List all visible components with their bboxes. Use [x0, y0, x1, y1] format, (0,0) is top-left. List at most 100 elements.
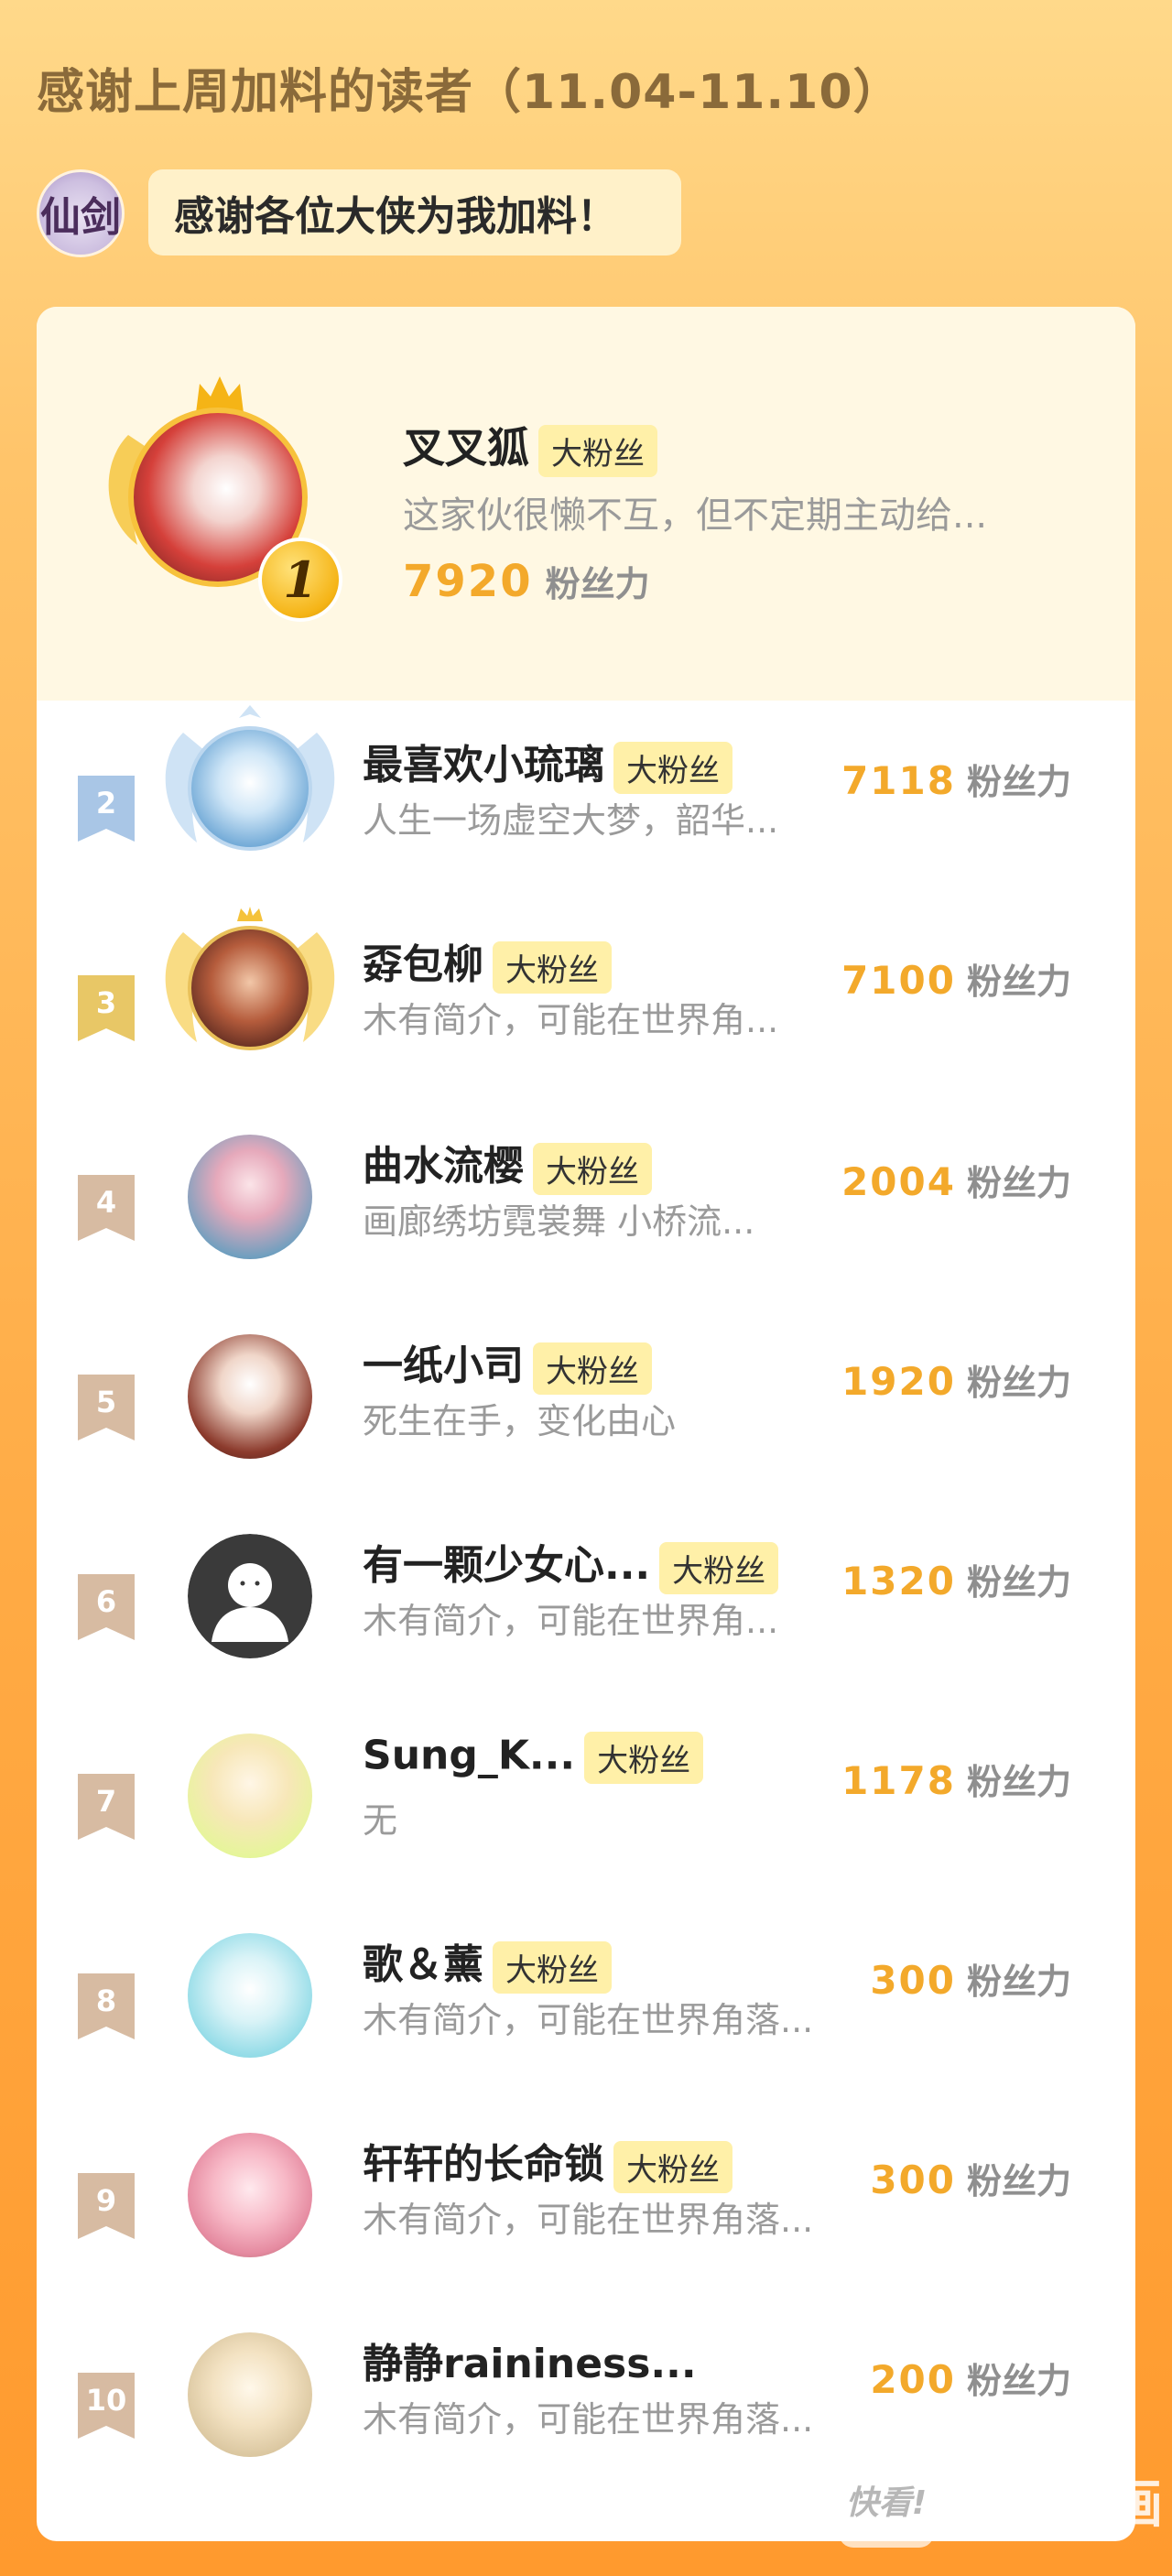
fan-level-badge: 大粉丝	[659, 1541, 779, 1594]
app-avatar[interactable]: 仙剑	[37, 169, 125, 257]
fan-score: 7118 粉丝力	[841, 754, 1071, 804]
avatar[interactable]	[188, 1933, 312, 2058]
top-fan-name[interactable]: 叉叉狐 大粉丝	[403, 415, 657, 477]
rank-number: 2	[95, 786, 117, 821]
avatar[interactable]	[188, 1135, 312, 1259]
watermark: 快看! 快看漫画	[839, 2452, 1165, 2548]
score-value: 7100	[841, 958, 956, 1003]
page-title: 感谢上周加料的读者（11.04-11.10）	[37, 65, 902, 120]
fan-name-text: 轩轩的长命锁	[363, 2141, 604, 2188]
fan-score: 300 粉丝力	[870, 2153, 1071, 2203]
fan-name[interactable]: 静静raininess...	[363, 2331, 697, 2389]
rank-number: 3	[95, 985, 117, 1020]
score-unit: 粉丝力	[966, 1762, 1071, 1802]
fan-name[interactable]: 歌＆薰 大粉丝	[363, 1931, 612, 1994]
fan-name[interactable]: 最喜欢小琉璃 大粉丝	[363, 732, 732, 794]
top-fan-name-text: 叉叉狐	[403, 423, 529, 473]
fan-name-text: 孬包柳	[363, 941, 483, 988]
fan-level-badge: 大粉丝	[493, 940, 612, 994]
fan-row-7[interactable]: 7 Sung_K... 大粉丝 无 1178 粉丝力	[37, 1699, 1135, 1898]
fan-score: 1920 粉丝力	[841, 1354, 1071, 1405]
fan-level-badge: 大粉丝	[533, 1342, 652, 1395]
fan-level-badge: 大粉丝	[493, 1940, 612, 1994]
rank-number: 7	[95, 1784, 117, 1819]
score-value: 1178	[841, 1758, 956, 1803]
score-value: 2004	[841, 1159, 956, 1204]
fan-score: 1178 粉丝力	[841, 1754, 1071, 1804]
fan-name-text: 有一颗少女心...	[363, 1542, 651, 1589]
avatar[interactable]	[188, 1734, 312, 1858]
rank-number: 5	[95, 1385, 117, 1419]
fan-score: 7100 粉丝力	[841, 953, 1071, 1004]
rank-number: 8	[95, 1984, 117, 2018]
fan-row-5[interactable]: 5 一纸小司 大粉丝 死生在手，变化由心 1920 粉丝力	[37, 1299, 1135, 1499]
fan-level-badge: 大粉丝	[538, 425, 657, 477]
score-value: 300	[870, 1958, 956, 2003]
score-unit: 粉丝力	[966, 962, 1071, 1002]
score-unit: 粉丝力	[545, 564, 650, 604]
fan-bio: 无	[363, 1800, 398, 1841]
fan-bio: 死生在手，变化由心	[363, 1401, 677, 1441]
fan-bio: 木有简介，可能在世界角落...	[363, 2200, 814, 2240]
rank-1-badge: 1	[258, 538, 342, 622]
fan-name[interactable]: 孬包柳 大粉丝	[363, 931, 612, 994]
fan-level-badge: 大粉丝	[533, 1142, 652, 1195]
kuaikan-logo-icon: 快看!	[839, 2452, 934, 2548]
fan-bio: 木有简介，可能在世界角...	[363, 1601, 779, 1641]
fan-bio: 人生一场虚空大梦，韶华...	[363, 800, 779, 841]
fan-row-4[interactable]: 4 曲水流樱 大粉丝 画廊绣坊霓裳舞 小桥流... 2004 粉丝力	[37, 1100, 1135, 1299]
score-value: 7118	[841, 758, 956, 803]
top-fan-score: 7920 粉丝力	[403, 556, 650, 607]
score-unit: 粉丝力	[966, 1562, 1071, 1603]
fan-level-badge: 大粉丝	[584, 1732, 704, 1784]
fan-name-text: 一纸小司	[363, 1342, 524, 1389]
top-fan-bio: 这家伙很懒不互，但不定期主动给...	[403, 495, 988, 537]
thanks-bubble: 感谢各位大侠为我加料！	[148, 169, 681, 255]
fan-name[interactable]: Sung_K... 大粉丝	[363, 1732, 704, 1784]
fan-score: 200 粉丝力	[870, 2353, 1071, 2403]
rank-number: 4	[95, 1185, 117, 1220]
score-value: 200	[870, 2357, 956, 2402]
fan-name-text: 歌＆薰	[363, 1941, 483, 1988]
default-avatar-icon[interactable]	[188, 1534, 312, 1658]
fan-name-text: Sung_K...	[363, 1732, 576, 1779]
fan-bio: 木有简介，可能在世界角...	[363, 1000, 779, 1040]
fan-name-text: 静静raininess...	[363, 2341, 697, 2387]
score-unit: 粉丝力	[966, 2361, 1071, 2401]
fan-name[interactable]: 有一颗少女心... 大粉丝	[363, 1532, 779, 1594]
avatar[interactable]	[188, 2332, 312, 2457]
fan-row-3[interactable]: 3 孬包柳 大粉丝 木有简介，可能在世界角... 7100 粉丝力	[37, 900, 1135, 1100]
fan-row-6[interactable]: 6 有一颗少女心... 大粉丝 木有简介，可能在世界角... 1320 粉丝力	[37, 1499, 1135, 1699]
fan-bio: 木有简介，可能在世界角落...	[363, 2399, 814, 2440]
score-unit: 粉丝力	[966, 1962, 1071, 2002]
avatar[interactable]	[188, 1334, 312, 1459]
fan-score: 1320 粉丝力	[841, 1554, 1071, 1604]
score-unit: 粉丝力	[966, 2161, 1071, 2201]
rank-number: 6	[95, 1584, 117, 1619]
score-value: 1320	[841, 1559, 956, 1603]
score-value: 1920	[841, 1359, 956, 1404]
score-unit: 粉丝力	[966, 1163, 1071, 1203]
score-value: 300	[870, 2158, 956, 2202]
rank-number: 10	[85, 2383, 127, 2418]
fan-ranking-card: 1 叉叉狐 大粉丝 这家伙很懒不互，但不定期主动给... 7920 粉丝力 2 最喜…	[37, 307, 1135, 2541]
fan-name[interactable]: 一纸小司 大粉丝	[363, 1332, 652, 1395]
top-fan-section[interactable]: 1 叉叉狐 大粉丝 这家伙很懒不互，但不定期主动给... 7920 粉丝力	[37, 307, 1135, 701]
fan-row-9[interactable]: 9 轩轩的长命锁 大粉丝 木有简介，可能在世界角落... 300 粉丝力	[37, 2098, 1135, 2298]
score-value: 7920	[403, 556, 533, 607]
fan-name-text: 曲水流樱	[363, 1143, 524, 1190]
fan-score: 2004 粉丝力	[841, 1155, 1071, 1205]
fan-name-text: 最喜欢小琉璃	[363, 742, 604, 788]
fan-score: 300 粉丝力	[870, 1953, 1071, 2004]
avatar[interactable]	[188, 726, 312, 851]
fan-name[interactable]: 轩轩的长命锁 大粉丝	[363, 2131, 732, 2193]
fan-name[interactable]: 曲水流樱 大粉丝	[363, 1133, 652, 1195]
fan-bio: 木有简介，可能在世界角落...	[363, 2000, 814, 2040]
rank-number: 9	[95, 2183, 117, 2218]
fan-row-8[interactable]: 8 歌＆薰 大粉丝 木有简介，可能在世界角落... 300 粉丝力	[37, 1898, 1135, 2098]
fan-level-badge: 大粉丝	[613, 2140, 732, 2193]
fan-row-2[interactable]: 2 最喜欢小琉璃 大粉丝 人生一场虚空大梦，韶华... 7118 粉丝力	[37, 701, 1135, 900]
avatar[interactable]	[188, 926, 312, 1050]
fan-bio: 画廊绣坊霓裳舞 小桥流...	[363, 1201, 755, 1242]
avatar[interactable]	[188, 2133, 312, 2257]
